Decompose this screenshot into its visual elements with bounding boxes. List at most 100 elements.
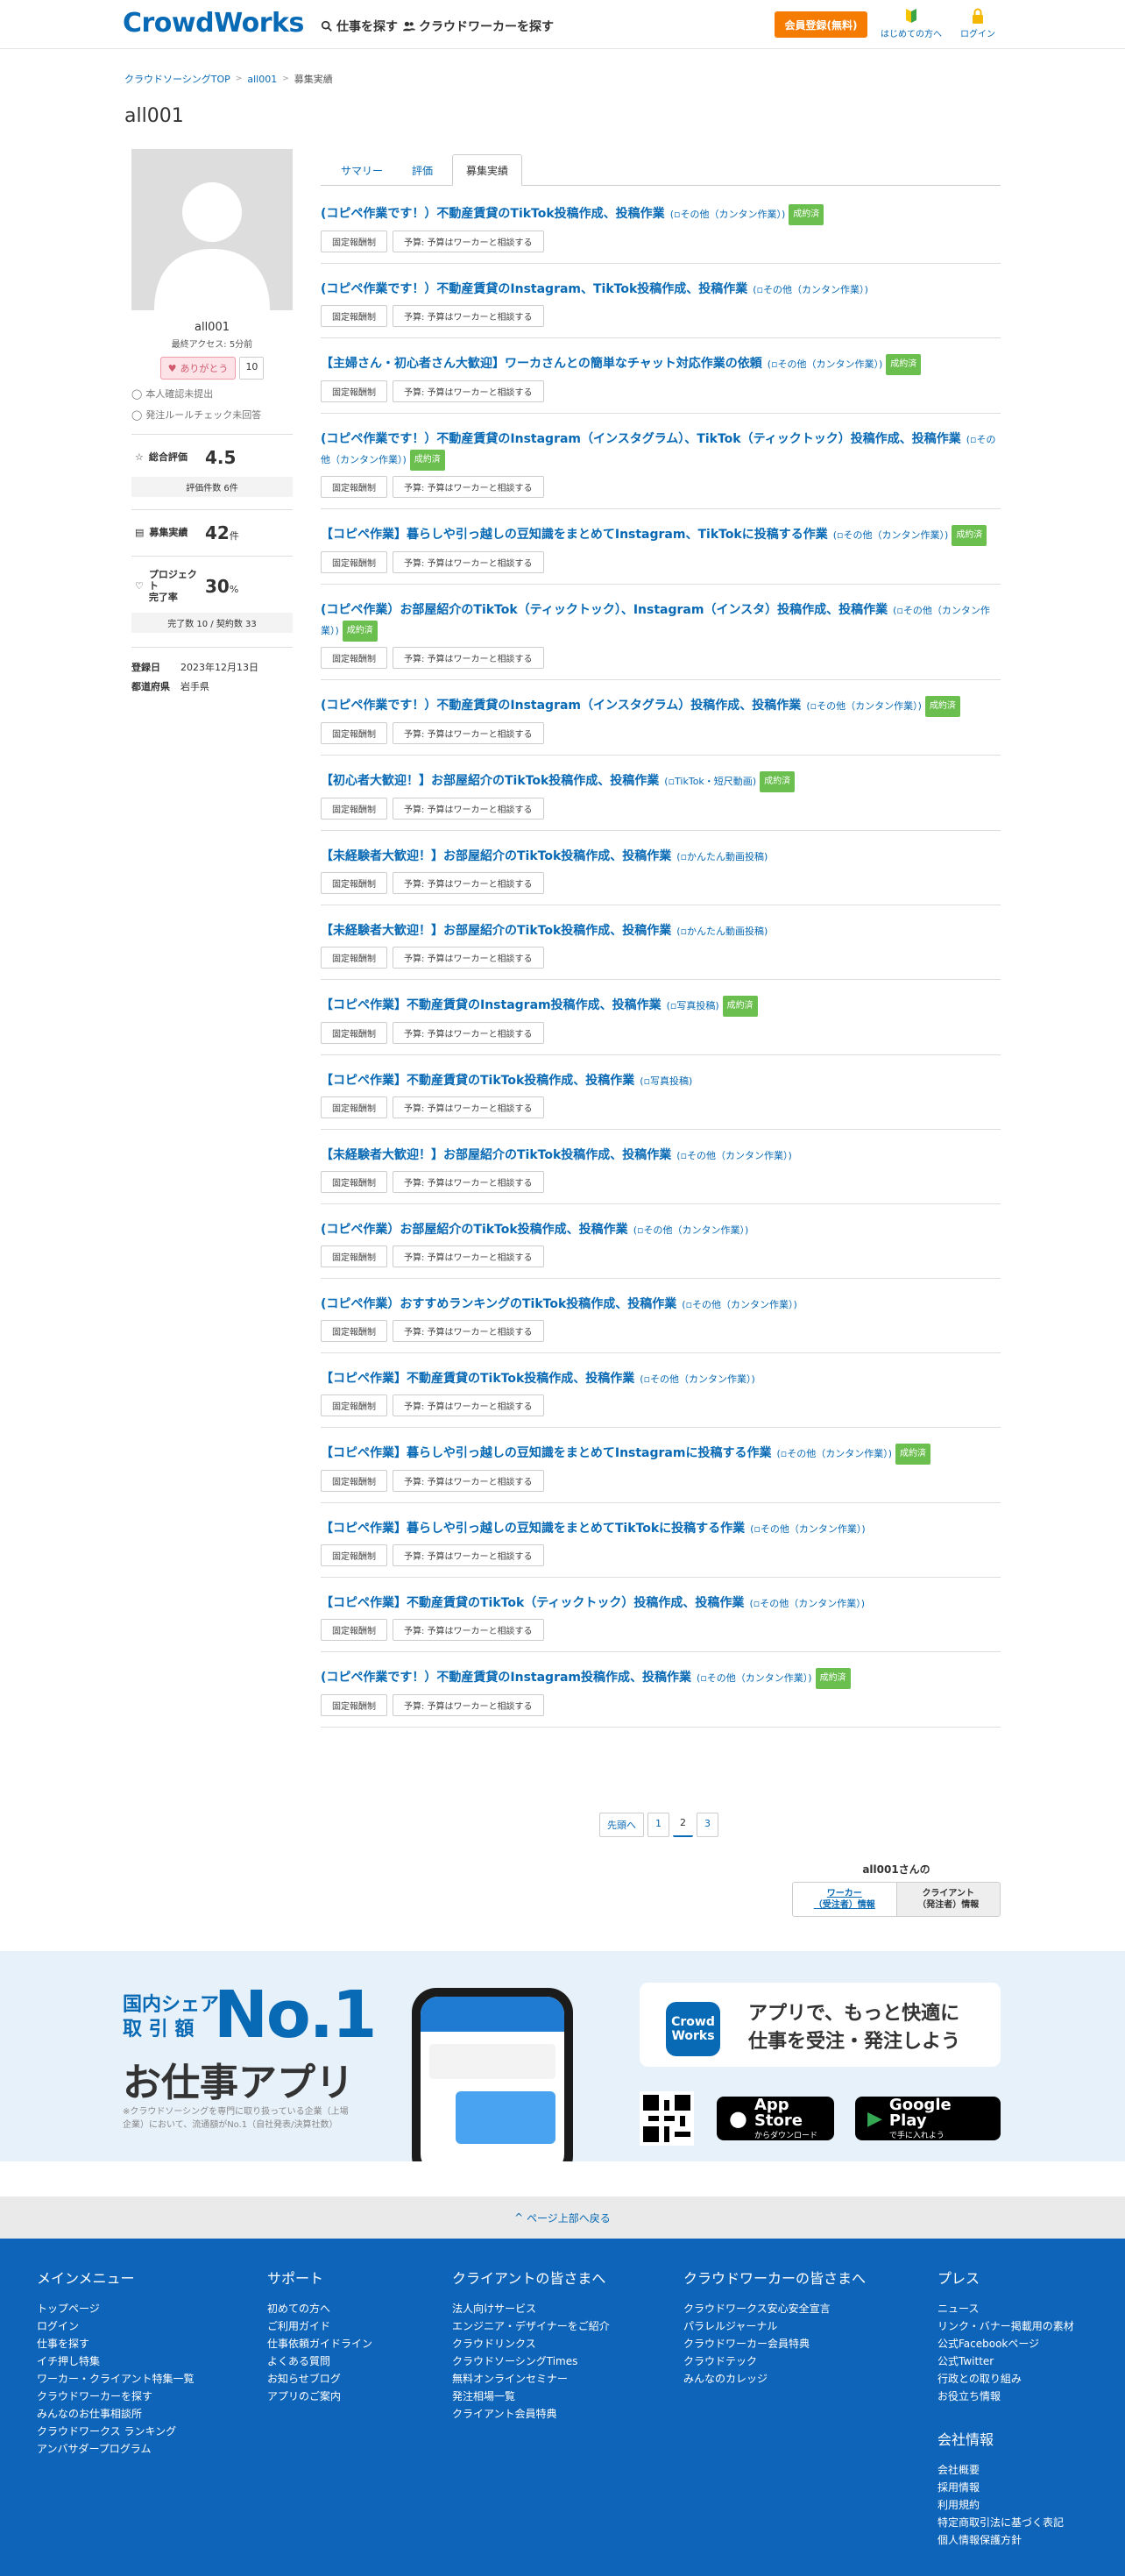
job-title-link[interactable]: (コピペ作業です！）不動産賃貸のInstagram、TikTok投稿作成、投稿作… [321,282,747,296]
job-category[interactable]: (▫写真投稿) [667,1000,719,1011]
page-first[interactable]: 先頭へ [599,1813,644,1837]
job-title-link[interactable]: 【初心者大歓迎！】お部屋紹介のTikTok投稿作成、投稿作業 [321,774,659,788]
job-category[interactable]: (▫その他（カンタン作業）) [640,1373,755,1385]
job-title-link[interactable]: 【未経験者大歓迎！】お部屋紹介のTikTok投稿作成、投稿作業 [321,924,671,938]
job-category[interactable]: (▫TikTok・短尺動画) [664,776,756,787]
job-title-link[interactable]: 【コピペ作業】暮らしや引っ越しの豆知識をまとめてTikTokに投稿する作業 [321,1522,745,1536]
job-category[interactable]: (▫その他（カンタン作業）) [806,700,922,712]
breadcrumb-top[interactable]: クラウドソーシングTOP [124,72,230,86]
register-button[interactable]: 会員登録(無料) [775,11,867,38]
footer-link[interactable]: ニュース [938,2300,1074,2317]
footer-link[interactable]: 個人情報保護方針 [938,2531,1074,2549]
breadcrumb-user[interactable]: all001 [247,74,277,85]
job-title-link[interactable]: (コピペ作業です！）不動産賃貸のTikTok投稿作成、投稿作業 [321,207,665,221]
footer-link[interactable]: ワーカー・クライアント特集一覧 [37,2370,195,2388]
google-play-button[interactable]: ▶ Google Play で手に入れよう [855,2097,1001,2140]
footer-link[interactable]: パラレルジャーナル [683,2317,866,2335]
footer-link[interactable]: アンバサダープログラム [37,2440,195,2458]
job-category[interactable]: (▫写真投稿) [640,1075,692,1087]
beginner-link[interactable]: はじめての方へ [876,7,946,39]
page-1[interactable]: 1 [647,1813,669,1837]
worker-info-button[interactable]: ワーカー （受注者）情報 [793,1883,896,1916]
footer-link[interactable]: クラウドワーカー会員特典 [683,2335,866,2352]
job-item: (コピペ作業）お部屋紹介のTikTok投稿作成、投稿作業 (▫その他（カンタン作業… [321,1204,1001,1279]
job-title-link[interactable]: 【コピペ作業】不動産賃貸のTikTok（ティックトック）投稿作成、投稿作業 [321,1596,744,1610]
app-word: お仕事アプリ [123,2061,354,2105]
footer-link[interactable]: 採用情報 [938,2479,1074,2496]
job-category[interactable]: (▫その他（カンタン作業）) [776,1448,892,1459]
job-category[interactable]: (▫その他（カンタン作業）) [753,284,868,295]
budget-tag: 予算: 予算はワーカーと相談する [393,1096,544,1118]
client-info-button[interactable]: クライアント （発注者）情報 [895,1883,1000,1916]
login-link[interactable]: ログイン [943,7,1013,39]
nav-find-jobs[interactable]: 仕事を探す [321,18,398,35]
footer-link[interactable]: リンク・バナー掲載用の素材 [938,2317,1074,2335]
footer-link[interactable]: 公式Facebookページ [938,2335,1074,2352]
footer-link[interactable]: お知らせブログ [267,2370,372,2388]
footer-link[interactable]: ご利用ガイド [267,2317,372,2335]
tab-job-history[interactable]: 募集実績 [452,154,522,186]
footer-link[interactable]: トップページ [37,2300,195,2317]
back-to-top-link[interactable]: ^ ページ上部へ戻る [0,2196,1125,2239]
job-title-link[interactable]: (コピペ作業です！）不動産賃貸のInstagram（インスタグラム）、TikTo… [321,432,961,446]
job-title-link[interactable]: 【未経験者大歓迎！】お部屋紹介のTikTok投稿作成、投稿作業 [321,1148,671,1162]
footer-link[interactable]: みんなのカレッジ [683,2370,866,2388]
job-title-link[interactable]: 【未経験者大歓迎！】お部屋紹介のTikTok投稿作成、投稿作業 [321,849,671,863]
footer-link[interactable]: 初めての方へ [267,2300,372,2317]
footer-link[interactable]: クラウドソーシングTimes [452,2352,610,2370]
job-category[interactable]: (▫その他（カンタン作業）) [749,1598,865,1609]
footer-link[interactable]: 無料オンラインセミナー [452,2370,610,2388]
job-category[interactable]: (▫その他（カンタン作業）) [676,1150,792,1161]
job-category[interactable]: (▫その他（カンタン作業）) [768,358,883,370]
crowdworks-logo[interactable]: CrowdWorks [123,8,304,39]
job-category[interactable]: (▫かんたん動画投稿) [676,926,768,937]
job-title-link[interactable]: 【コピペ作業】不動産賃貸のInstagram投稿作成、投稿作業 [321,998,662,1012]
footer-link[interactable]: クライアント会員特典 [452,2405,610,2423]
footer-link[interactable]: みんなのお仕事相談所 [37,2405,195,2423]
job-category[interactable]: (▫その他（カンタン作業）) [697,1672,812,1684]
footer-link[interactable]: イチ押し特集 [37,2352,195,2370]
job-category[interactable]: (▫その他（カンタン作業）) [833,529,949,541]
job-title-link[interactable]: (コピペ作業）おすすめランキングのTikTok投稿作成、投稿作業 [321,1297,676,1311]
footer-link[interactable]: お役立ち情報 [938,2388,1074,2405]
footer-link[interactable]: 特定商取引法に基づく表記 [938,2514,1074,2531]
footer-link[interactable]: クラウドテック [683,2352,866,2370]
job-title-link[interactable]: 【コピペ作業】不動産賃貸のTikTok投稿作成、投稿作業 [321,1074,634,1088]
job-title-link[interactable]: (コピペ作業）お部屋紹介のTikTok（ティックトック）、Instagram（イ… [321,603,888,617]
page-3[interactable]: 3 [697,1813,718,1837]
job-category[interactable]: (▫その他（カンタン作業）) [633,1224,749,1236]
job-title-link[interactable]: (コピペ作業です！）不動産賃貸のInstagram（インスタグラム）投稿作成、投… [321,699,801,713]
footer-link[interactable]: ログイン [37,2317,195,2335]
tab-summary[interactable]: サマリー [333,154,391,186]
job-title-link[interactable]: (コピペ作業です！）不動産賃貸のInstagram投稿作成、投稿作業 [321,1671,691,1685]
footer-link[interactable]: 公式Twitter [938,2352,1074,2370]
footer-link[interactable]: 発注相場一覧 [452,2388,610,2405]
nav-find-workers[interactable]: クラウドワーカーを探す [403,18,554,35]
footer-link[interactable]: クラウドワーカーを探す [37,2388,195,2405]
job-title-link[interactable]: 【コピペ作業】暮らしや引っ越しの豆知識をまとめてInstagram、TikTok… [321,528,828,542]
footer-link[interactable]: 法人向けサービス [452,2300,610,2317]
footer-link[interactable]: 行政との取り組み [938,2370,1074,2388]
footer-link[interactable]: クラウドワークス安心安全宣言 [683,2300,866,2317]
footer-link[interactable]: 会社概要 [938,2461,1074,2479]
job-category[interactable]: (▫かんたん動画投稿) [676,851,768,862]
footer-link[interactable]: クラウドワークス ランキング [37,2423,195,2440]
job-title-link[interactable]: (コピペ作業）お部屋紹介のTikTok投稿作成、投稿作業 [321,1223,628,1237]
job-category[interactable]: (▫その他（カンタン作業）) [750,1523,866,1535]
fixed-fee-tag: 固定報酬制 [321,231,387,252]
job-title-link[interactable]: 【コピペ作業】不動産賃貸のTikTok投稿作成、投稿作業 [321,1372,634,1386]
tab-reviews[interactable]: 評価 [400,154,445,186]
job-title-link[interactable]: 【主婦さん・初心者さん大歓迎】ワーカさんとの簡単なチャット対応作業の依頼 [321,357,762,371]
footer-link[interactable]: クラウドリンクス [452,2335,610,2352]
job-title-link[interactable]: 【コピペ作業】暮らしや引っ越しの豆知識をまとめてInstagramに投稿する作業 [321,1446,771,1460]
footer-link[interactable]: 仕事を探す [37,2335,195,2352]
footer-link[interactable]: 仕事依頼ガイドライン [267,2335,372,2352]
footer-link[interactable]: アプリのご案内 [267,2388,372,2405]
job-category[interactable]: (▫その他（カンタン作業）) [670,209,786,220]
thanks-button[interactable]: ♥ ありがとう [159,357,237,380]
footer-link[interactable]: よくある質問 [267,2352,372,2370]
job-category[interactable]: (▫その他（カンタン作業）) [682,1299,797,1310]
app-store-button[interactable]: ● App Store からダウンロード [717,2097,834,2140]
footer-link[interactable]: 利用規約 [938,2496,1074,2514]
footer-link[interactable]: エンジニア・デザイナーをご紹介 [452,2317,610,2335]
